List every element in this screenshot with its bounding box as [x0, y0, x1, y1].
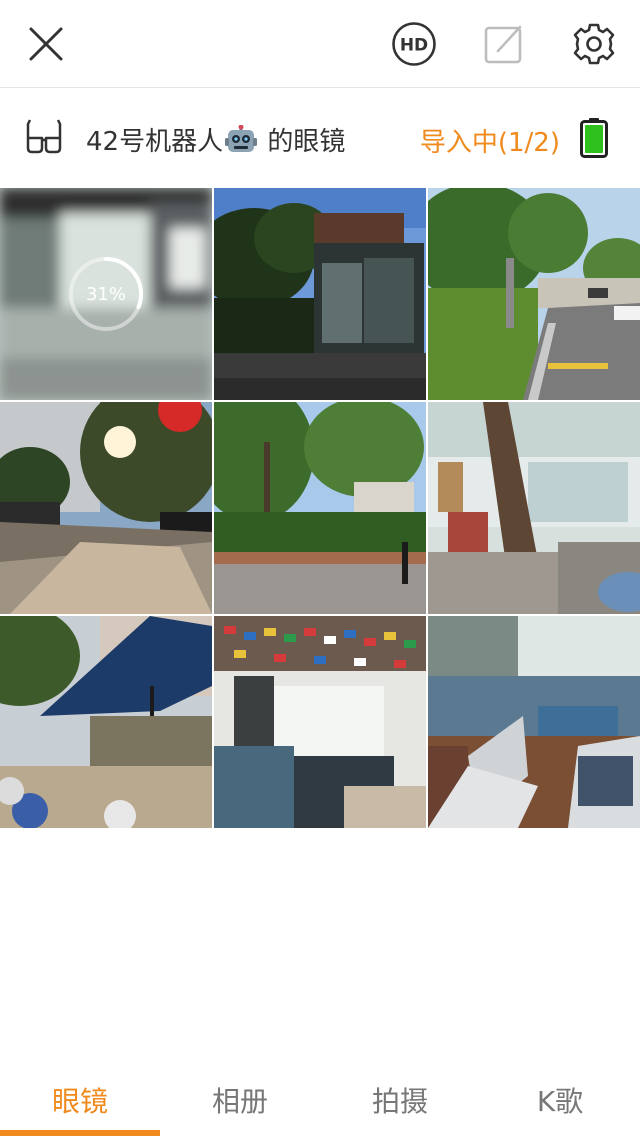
photo-image — [214, 616, 426, 828]
device-name: 42号机器人 的眼镜 — [86, 121, 345, 158]
hd-button[interactable]: HD — [386, 16, 442, 72]
photo-thumbnail[interactable] — [214, 402, 426, 614]
photo-image — [0, 402, 212, 614]
photo-grid: 31% — [0, 188, 640, 828]
settings-button[interactable] — [566, 16, 622, 72]
top-bar: HD — [0, 0, 640, 88]
robot-icon — [225, 125, 258, 152]
battery-icon — [580, 118, 608, 158]
import-progress-text: 31% — [85, 283, 126, 305]
bottom-tab-bar: 眼镜 相册 拍摄 K歌 — [0, 1060, 640, 1136]
photo-image — [0, 616, 212, 828]
tab-capture[interactable]: 拍摄 — [320, 1060, 480, 1136]
device-bar: 42号机器人 的眼镜 导入中(1/2) — [0, 88, 640, 188]
photo-thumbnail[interactable] — [214, 616, 426, 828]
tab-glasses[interactable]: 眼镜 — [0, 1060, 160, 1136]
active-tab-indicator — [0, 1130, 160, 1136]
edit-icon — [484, 25, 522, 64]
photo-thumbnail-importing[interactable]: 31% — [0, 188, 212, 400]
photo-thumbnail[interactable] — [0, 402, 212, 614]
photo-image — [428, 188, 640, 400]
device-name-text: 42号机器人 — [86, 127, 224, 157]
photo-thumbnail[interactable] — [428, 402, 640, 614]
edit-button[interactable] — [476, 16, 532, 72]
photo-image — [428, 402, 640, 614]
photo-thumbnail[interactable] — [214, 188, 426, 400]
close-icon — [29, 27, 63, 61]
photo-image — [428, 616, 640, 828]
gear-icon — [573, 23, 615, 65]
glasses-icon — [26, 119, 62, 154]
photo-image — [214, 188, 426, 400]
tab-karaoke[interactable]: K歌 — [480, 1060, 640, 1136]
photo-image — [214, 402, 426, 614]
device-name-suffix: 的眼镜 — [259, 127, 346, 157]
photo-thumbnail[interactable] — [428, 188, 640, 400]
photo-thumbnail[interactable] — [0, 616, 212, 828]
tab-album[interactable]: 相册 — [160, 1060, 320, 1136]
hd-icon: HD — [392, 22, 436, 66]
photo-thumbnail[interactable] — [428, 616, 640, 828]
import-status: 导入中(1/2) — [419, 128, 560, 158]
close-button[interactable] — [18, 16, 74, 72]
hd-label: HD — [400, 36, 428, 56]
